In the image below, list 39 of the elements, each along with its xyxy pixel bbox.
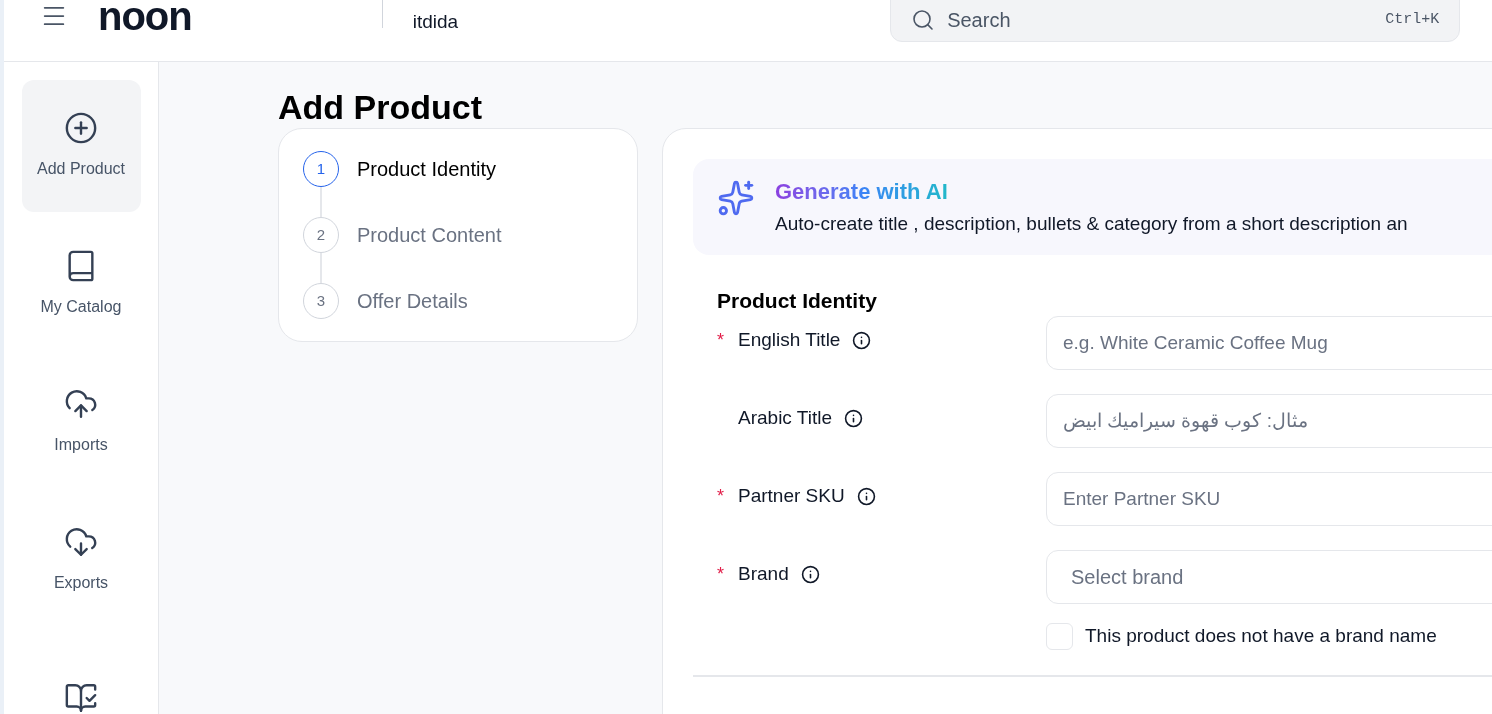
sidebar-item[interactable]: Add Product bbox=[21, 80, 141, 212]
info-icon[interactable] bbox=[800, 564, 820, 584]
brand-select[interactable]: Select brand bbox=[1046, 550, 1492, 604]
info-icon[interactable] bbox=[856, 486, 876, 506]
section-title: Product Identity bbox=[717, 287, 878, 314]
search-field[interactable]: Search Ctrl+K bbox=[890, 0, 1461, 42]
field-label: English Title bbox=[738, 328, 841, 352]
sidebar-item[interactable]: Imports bbox=[21, 356, 141, 488]
page-title: Add Product bbox=[278, 87, 483, 128]
required-mark: * bbox=[717, 328, 725, 352]
sidebar-item[interactable]: My Catalog bbox=[21, 218, 141, 350]
cloud-upload-icon bbox=[64, 387, 98, 421]
step-link[interactable]: Offer Details bbox=[357, 286, 468, 316]
ai-banner[interactable]: Generate with AI Auto-create title , description, bullets & category from a short description an bbox=[693, 159, 1492, 255]
field-label: Arabic Title bbox=[738, 406, 832, 430]
field-label: Brand bbox=[738, 562, 789, 586]
shortcut-hint: Ctrl+K bbox=[1385, 9, 1440, 30]
required-mark: * bbox=[717, 562, 725, 586]
search-placeholder: Search bbox=[947, 8, 1011, 33]
checkbox-label: This product does not have a brand name bbox=[1085, 624, 1437, 648]
required-mark: * bbox=[717, 484, 725, 508]
book-icon bbox=[64, 681, 98, 714]
checkbox[interactable] bbox=[1046, 622, 1073, 650]
plus-circle-icon bbox=[64, 111, 98, 145]
search-icon bbox=[911, 8, 936, 32]
cloud-download-icon bbox=[64, 525, 98, 559]
field-label: Partner SKU bbox=[738, 484, 845, 508]
store-name: itdida bbox=[412, 10, 459, 34]
info-icon[interactable] bbox=[844, 408, 863, 428]
sparkle-icon bbox=[717, 179, 755, 217]
step-link[interactable]: Product Identity bbox=[357, 154, 496, 184]
text-input[interactable]: e.g. White Ceramic Coffee Mug bbox=[1046, 316, 1492, 370]
text-input[interactable]: مثال: كوب قهوة سيراميك ابيض bbox=[1046, 394, 1492, 448]
step-link[interactable]: Product Content bbox=[357, 220, 502, 250]
sidebar-item[interactable]: Exports bbox=[21, 494, 141, 626]
info-icon[interactable] bbox=[852, 330, 872, 350]
logo[interactable]: noon bbox=[98, 0, 192, 36]
text-input[interactable]: Enter Partner SKU bbox=[1046, 472, 1492, 526]
ai-banner-description: Auto-create title , description, bullets & category from a short description an bbox=[775, 212, 1408, 236]
